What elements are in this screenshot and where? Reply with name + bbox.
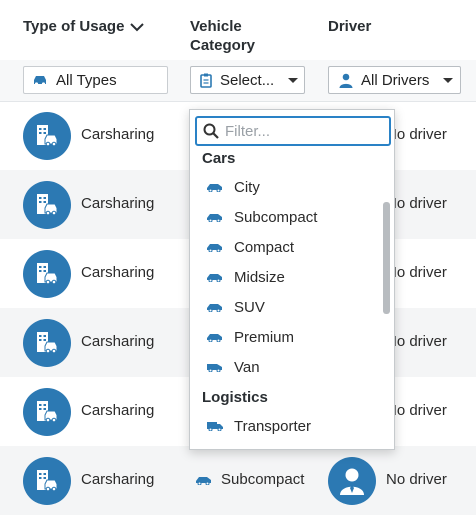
car-icon	[207, 184, 222, 192]
option-label: Subcompact	[234, 208, 318, 226]
column-header-type-of-usage[interactable]: Type of Usage	[23, 17, 145, 36]
dropdown-filter-field[interactable]	[195, 116, 391, 146]
carsharing-building-icon	[37, 332, 58, 354]
carsharing-avatar	[23, 112, 71, 160]
vehicle-category-cell: Subcompact	[195, 471, 304, 488]
dropdown-scrollbar[interactable]	[383, 202, 390, 314]
driver-text: No driver	[386, 471, 447, 488]
car-icon	[34, 76, 46, 86]
table-header: Type of Usage Vehicle Category Driver	[0, 0, 476, 61]
usage-type-text: Carsharing	[81, 402, 155, 419]
group-label-cars: Cars	[202, 150, 236, 167]
car-icon	[207, 304, 222, 312]
car-icon	[196, 476, 211, 485]
car-icon	[207, 334, 222, 342]
group-label-logistics: Logistics	[202, 389, 268, 406]
carsharing-building-icon	[37, 263, 58, 285]
usage-type-text: Carsharing	[81, 333, 155, 350]
vehicle-category-dropdown[interactable]: Cars City Subcompact Compact Midsize SUV…	[189, 109, 395, 450]
driver-text: No driver	[386, 402, 447, 419]
car-icon	[207, 274, 222, 282]
car-icon	[207, 214, 222, 222]
option-city[interactable]: City	[206, 177, 260, 197]
search-icon	[203, 123, 219, 139]
carsharing-avatar	[23, 457, 71, 505]
types-filter-input[interactable]: All Types	[23, 66, 168, 94]
option-label: City	[234, 178, 260, 196]
filter-row: All Types Select... All Drivers	[0, 60, 476, 102]
driver-filter-select[interactable]: All Drivers	[328, 66, 461, 94]
usage-type-text: Carsharing	[81, 471, 155, 488]
option-transporter[interactable]: Transporter	[206, 416, 311, 436]
car-icon	[207, 244, 222, 252]
carsharing-avatar	[23, 319, 71, 367]
column-header-vehicle-category[interactable]: Vehicle Category	[190, 17, 310, 55]
driver-text: No driver	[386, 264, 447, 281]
carsharing-avatar	[23, 181, 71, 229]
usage-type-text: Carsharing	[81, 195, 155, 212]
option-label: Midsize	[234, 268, 285, 286]
option-label: Van	[234, 358, 260, 376]
category-filter-value: Select...	[220, 71, 275, 89]
truck-icon	[207, 422, 223, 431]
carsharing-building-icon	[37, 470, 58, 492]
option-compact[interactable]: Compact	[206, 237, 294, 257]
person-icon	[340, 468, 364, 495]
option-label: SUV	[234, 298, 265, 316]
carsharing-building-icon	[37, 125, 58, 147]
option-label: Premium	[234, 328, 295, 346]
vehicle-category-text: Subcompact	[221, 471, 305, 488]
dropdown-filter-input[interactable]	[225, 122, 375, 140]
option-suv[interactable]: SUV	[206, 297, 265, 317]
carsharing-avatar	[23, 388, 71, 436]
usage-type-text: Carsharing	[81, 126, 155, 143]
category-filter-select[interactable]: Select...	[190, 66, 305, 94]
caret-down-icon	[288, 77, 299, 83]
carsharing-building-icon	[37, 194, 58, 216]
driver-filter-value: All Drivers	[361, 71, 430, 89]
driver-avatar	[328, 457, 376, 505]
usage-type-text: Carsharing	[81, 264, 155, 281]
option-label: Transporter	[234, 417, 311, 435]
chevron-down-icon	[130, 22, 145, 31]
caret-down-icon	[443, 77, 454, 83]
carsharing-avatar	[23, 250, 71, 298]
column-header-driver[interactable]: Driver	[328, 17, 371, 36]
types-filter-value: All Types	[56, 71, 117, 89]
column-header-type-of-usage-label: Type of Usage	[23, 18, 125, 35]
option-label: Compact	[234, 238, 295, 256]
driver-text: No driver	[386, 333, 447, 350]
option-subcompact[interactable]: Subcompact	[206, 207, 317, 227]
driver-text: No driver	[386, 195, 447, 212]
person-icon	[339, 73, 353, 88]
clipboard-icon	[200, 73, 212, 88]
option-van[interactable]: Van	[206, 357, 260, 377]
van-icon	[207, 364, 222, 372]
option-midsize[interactable]: Midsize	[206, 267, 285, 287]
table-row[interactable]: Carsharing Subcompact No driver	[0, 446, 476, 515]
option-premium[interactable]: Premium	[206, 327, 294, 347]
driver-text: No driver	[386, 126, 447, 143]
carsharing-building-icon	[37, 401, 58, 423]
